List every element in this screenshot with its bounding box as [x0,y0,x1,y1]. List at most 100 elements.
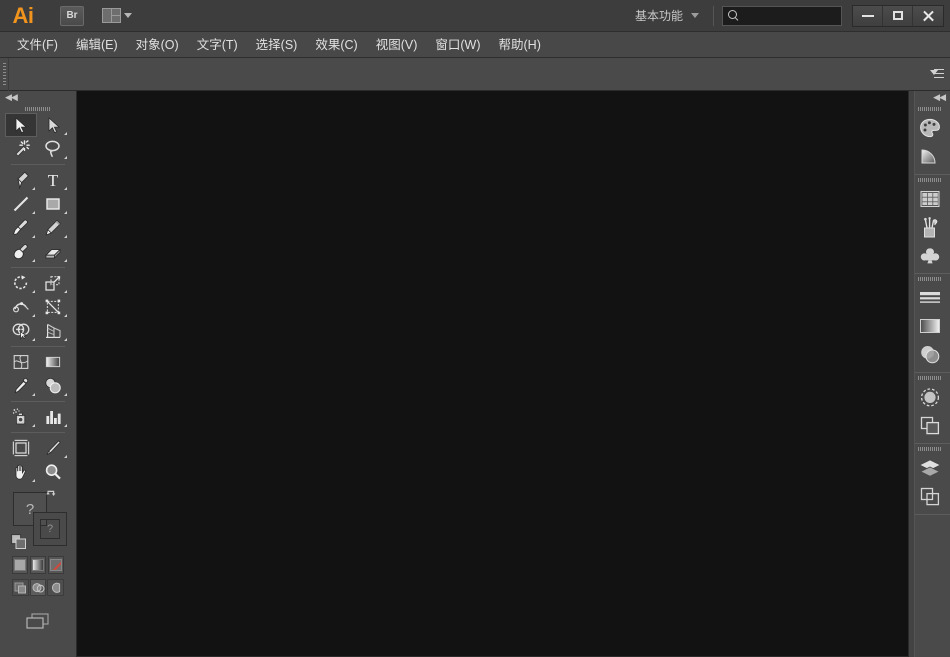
layers-panel-icon[interactable] [909,454,950,482]
workspace-switcher[interactable]: 基本功能 [629,5,705,27]
appearance-panel-icon[interactable] [909,383,950,411]
tool-flyout-indicator [32,235,35,238]
tool-flyout-indicator [64,156,67,159]
change-screen-mode-button[interactable] [25,612,51,635]
toolbar-divider [713,5,714,26]
tools-panel: ◀◀ T ? ? [0,91,77,657]
control-bar-grip[interactable] [0,57,9,91]
tool-row [5,137,71,161]
dock-group-layers [909,444,950,515]
tool-flyout-indicator [32,479,35,482]
pen-tool[interactable] [5,168,37,192]
selection-tool[interactable] [5,113,37,137]
mesh-tool[interactable] [5,350,37,374]
dock-group-grip[interactable] [909,274,950,284]
symbol-sprayer-tool[interactable] [5,405,37,429]
gradient-button[interactable] [30,556,46,574]
tool-flyout-indicator [64,338,67,341]
stroke-swatch[interactable]: ? [33,512,67,546]
tool-flyout-indicator [32,211,35,214]
rotate-tool[interactable] [5,271,37,295]
direct-selection-tool[interactable] [37,113,69,137]
eraser-tool[interactable] [37,240,69,264]
menu-edit[interactable]: 编辑(E) [67,33,127,57]
scale-tool[interactable] [37,271,69,295]
perspective-grid-tool[interactable] [37,319,69,343]
zoom-tool[interactable] [37,460,69,484]
column-graph-tool[interactable] [37,405,69,429]
dock-group-grip[interactable] [909,444,950,454]
canvas-area[interactable] [77,91,908,657]
tool-flyout-indicator [64,455,67,458]
menu-type[interactable]: 文字(T) [188,33,247,57]
minimize-button[interactable] [853,5,883,26]
blob-brush-tool[interactable] [5,240,37,264]
tool-row [5,319,71,343]
draw-normal-button[interactable] [12,579,29,596]
bridge-button[interactable]: Br [60,5,84,26]
rectangle-tool[interactable] [37,192,69,216]
none-button[interactable] [48,556,64,574]
transparency-panel-icon[interactable] [909,340,950,368]
tool-row [5,271,71,295]
magic-wand-tool[interactable] [5,137,37,161]
gradient-tool[interactable] [37,350,69,374]
blend-tool[interactable] [37,374,69,398]
dock-rail [909,91,915,657]
tool-flyout-indicator [64,235,67,238]
default-fill-stroke-icon[interactable] [11,534,27,550]
tool-flyout-indicator [64,393,67,396]
control-bar-menu-button[interactable] [924,58,950,91]
tool-row [5,113,71,137]
line-segment-tool[interactable] [5,192,37,216]
svg-text:T: T [48,171,59,189]
eyedropper-tool[interactable] [5,374,37,398]
dock-group-grip[interactable] [909,104,950,114]
brushes-panel-icon[interactable] [909,213,950,241]
draw-behind-button[interactable] [29,579,47,596]
slice-tool[interactable] [37,436,69,460]
color-panel-icon[interactable] [909,114,950,142]
menu-select[interactable]: 选择(S) [247,33,307,57]
menu-window[interactable]: 窗口(W) [426,33,489,57]
free-transform-tool[interactable] [37,295,69,319]
lasso-tool[interactable] [37,137,69,161]
stroke-panel-icon[interactable] [909,284,950,312]
gradient-panel-icon[interactable] [909,312,950,340]
close-button[interactable] [913,5,943,26]
type-tool[interactable]: T [37,168,69,192]
menu-view[interactable]: 视图(V) [367,33,427,57]
tool-flyout-indicator [64,132,67,135]
tool-flyout-indicator [32,393,35,396]
pencil-tool[interactable] [37,216,69,240]
fill-color-button[interactable] [12,556,28,574]
color-guide-panel-icon[interactable] [909,142,950,170]
symbols-panel-icon[interactable] [909,241,950,269]
expand-panels-icon[interactable]: ◀◀ [933,93,946,102]
arrange-documents-button[interactable] [102,5,132,27]
menu-help[interactable]: 帮助(H) [490,33,550,57]
menu-effect[interactable]: 效果(C) [306,33,366,57]
draw-inside-button[interactable] [47,579,65,596]
swatches-panel-icon[interactable] [909,185,950,213]
width-tool[interactable] [5,295,37,319]
swap-fill-stroke-icon[interactable] [45,488,58,501]
search-icon [727,9,740,22]
graphic-styles-panel-icon[interactable] [909,411,950,439]
tools-panel-grip[interactable] [0,104,76,113]
artboard-tool[interactable] [5,436,37,460]
menu-object[interactable]: 对象(O) [127,33,188,57]
hand-tool[interactable] [5,460,37,484]
paintbrush-tool[interactable] [5,216,37,240]
shape-builder-tool[interactable] [5,319,37,343]
tool-row [5,192,71,216]
tool-flyout-indicator [32,290,35,293]
artboards-panel-icon[interactable] [909,482,950,510]
search-box[interactable] [722,5,885,26]
tool-flyout-indicator [64,424,67,427]
maximize-button[interactable] [883,5,913,26]
collapse-tools-icon[interactable]: ◀◀ [5,93,18,102]
dock-group-grip[interactable] [909,373,950,383]
menu-file[interactable]: 文件(F) [8,33,67,57]
dock-group-grip[interactable] [909,175,950,185]
